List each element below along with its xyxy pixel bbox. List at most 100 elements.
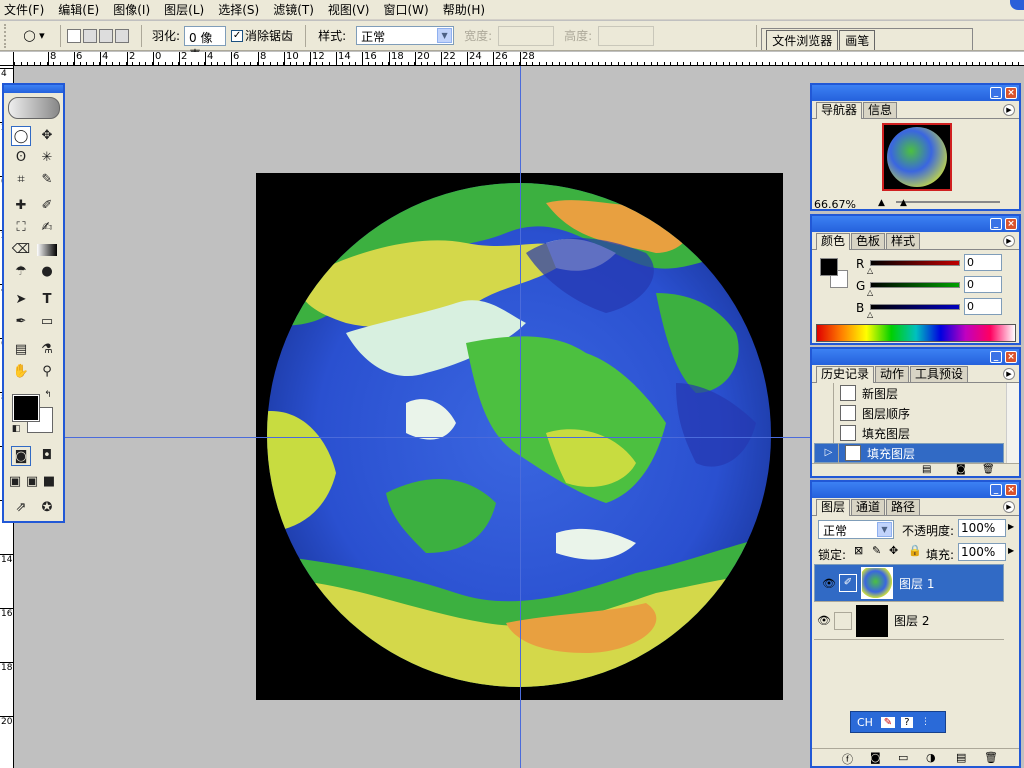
foreground-color-swatch[interactable] [12, 394, 40, 422]
history-item-selected[interactable]: ▷ 填充图层 [814, 443, 1004, 463]
new-document-from-state-icon[interactable]: ▤ [922, 464, 931, 475]
minimize-icon[interactable]: _ [990, 87, 1002, 99]
feather-input[interactable]: 0 像素 [184, 25, 227, 62]
zoom-value[interactable]: 66.67% [814, 198, 870, 211]
jump-to-imageready-icon[interactable]: ⇗ [11, 498, 31, 518]
hand-tool-icon[interactable]: ✋ [11, 362, 31, 382]
horizontal-guide[interactable] [14, 437, 810, 438]
tab-info[interactable]: 信息 [863, 102, 898, 118]
channel-b-slider[interactable] [870, 304, 960, 310]
channel-g-input[interactable]: 0 [964, 276, 1002, 293]
tab-styles[interactable]: 样式 [886, 233, 921, 249]
default-colors-icon[interactable]: ◧ [10, 423, 22, 435]
shape-tool-icon[interactable]: ▭ [37, 312, 57, 332]
history-snapshot-slot[interactable] [814, 423, 834, 443]
fill-input[interactable]: 100% [958, 543, 1006, 561]
menu-view[interactable]: 视图(V) [328, 1, 370, 18]
vertical-guide[interactable] [520, 66, 521, 768]
ime-help-icon[interactable]: ? [900, 716, 913, 728]
menu-help[interactable]: 帮助(H) [443, 1, 485, 18]
ime-toolbar[interactable]: CH ✎ ? ⋮ [850, 711, 946, 733]
slider-thumb-icon[interactable]: △ [867, 288, 873, 297]
eye-icon[interactable]: 👁 [814, 614, 834, 627]
eyedropper-tool-icon[interactable]: ⚗ [37, 340, 57, 360]
brush-link-icon[interactable] [834, 611, 852, 630]
tab-color[interactable]: 颜色 [816, 233, 851, 250]
quick-mask-mode-icon[interactable]: ◘ [37, 446, 57, 466]
history-snapshot-slot[interactable] [814, 403, 834, 423]
magic-wand-tool-icon[interactable]: ✳ [37, 148, 57, 168]
slider-thumb-icon[interactable]: △ [867, 266, 873, 275]
menu-edit[interactable]: 编辑(E) [58, 1, 99, 18]
swap-colors-icon[interactable]: ↰ [42, 389, 54, 401]
adjustment-layer-icon[interactable]: ◑ [926, 751, 936, 764]
opacity-input[interactable]: 100% [958, 519, 1006, 537]
tab-navigator[interactable]: 导航器 [816, 102, 863, 119]
lock-all-icon[interactable]: 🔒 [908, 544, 922, 557]
channel-g-slider[interactable] [870, 282, 960, 288]
new-group-icon[interactable]: ▭ [898, 751, 908, 764]
minimize-icon[interactable]: _ [990, 351, 1002, 363]
height-input[interactable] [598, 25, 655, 46]
new-layer-icon[interactable]: ▤ [956, 751, 966, 764]
screen-mode-full-menu-icon[interactable]: ▣ [24, 472, 40, 492]
brush-link-icon[interactable]: ✐ [839, 574, 857, 592]
navigator-titlebar[interactable]: _ × [812, 85, 1019, 101]
tab-history[interactable]: 历史记录 [816, 366, 875, 383]
zoom-out-icon[interactable]: ▲ [878, 198, 885, 208]
tab-layers[interactable]: 图层 [816, 499, 851, 516]
history-state-marker-icon[interactable]: ▷ [819, 443, 839, 463]
crop-tool-icon[interactable]: ⌗ [11, 170, 31, 190]
close-icon[interactable]: × [1005, 351, 1017, 363]
opacity-arrow-icon[interactable]: ▶ [1008, 522, 1014, 531]
intersect-selection-button[interactable] [115, 28, 129, 43]
color-ramp[interactable] [816, 324, 1016, 342]
pen-tool-icon[interactable]: ✒ [11, 312, 31, 332]
layer-row[interactable]: 👁 图层 2 [814, 602, 1004, 640]
close-icon[interactable]: × [1005, 87, 1017, 99]
history-item[interactable]: 图层顺序 [814, 403, 1004, 423]
antialias-checkbox[interactable]: ✓ [231, 29, 244, 42]
clone-stamp-tool-icon[interactable]: ⛶ [11, 218, 31, 238]
menu-select[interactable]: 选择(S) [218, 1, 259, 18]
layers-titlebar[interactable]: _ × [812, 482, 1019, 498]
type-tool-icon[interactable]: T [37, 290, 57, 310]
menu-layer[interactable]: 图层(L) [164, 1, 204, 18]
palette-menu-icon[interactable]: ▶ [1003, 368, 1015, 380]
ruler-origin[interactable] [0, 52, 14, 66]
layer-name[interactable]: 图层 1 [899, 575, 934, 592]
well-tab-brushes[interactable]: 画笔 [839, 30, 876, 50]
well-tab-file-browser[interactable]: 文件浏览器 [766, 30, 839, 50]
slice-tool-icon[interactable]: ✎ [37, 170, 57, 190]
brush-tool-icon[interactable]: ✐ [37, 196, 57, 216]
color-titlebar[interactable]: _ × [812, 216, 1019, 232]
layer-name[interactable]: 图层 2 [894, 612, 929, 629]
ime-input-icon[interactable]: ✎ [880, 716, 895, 728]
lock-position-icon[interactable]: ✥ [889, 544, 898, 557]
options-grip[interactable] [4, 23, 8, 48]
tab-actions[interactable]: 动作 [875, 366, 910, 382]
screen-mode-full-icon[interactable]: ■ [41, 472, 57, 492]
eye-icon[interactable]: 👁 [819, 577, 839, 590]
lasso-tool-icon[interactable]: ʘ [11, 148, 31, 168]
history-snapshot-slot[interactable] [814, 383, 834, 403]
imageready-icon[interactable]: ✪ [37, 498, 57, 518]
layer-style-icon[interactable]: ⓕ [842, 751, 853, 767]
standard-mode-icon[interactable]: ◙ [11, 446, 31, 466]
history-item[interactable]: 新图层 [814, 383, 1004, 403]
navigator-thumbnail[interactable] [882, 123, 952, 191]
lock-image-icon[interactable]: ✎ [872, 544, 881, 557]
palette-menu-icon[interactable]: ▶ [1003, 501, 1015, 513]
tab-swatches[interactable]: 色板 [851, 233, 886, 249]
tab-tool-presets[interactable]: 工具预设 [910, 366, 969, 382]
marquee-tool-icon[interactable]: ◯ [11, 126, 31, 146]
trash-icon[interactable]: 🗑 [984, 751, 998, 764]
fill-arrow-icon[interactable]: ▶ [1008, 546, 1014, 555]
slider-thumb-icon[interactable]: △ [867, 310, 873, 319]
close-icon[interactable]: × [1005, 484, 1017, 496]
menu-window[interactable]: 窗口(W) [383, 1, 428, 18]
zoom-slider[interactable] [896, 201, 1000, 203]
channel-r-input[interactable]: 0 [964, 254, 1002, 271]
zoom-tool-icon[interactable]: ⚲ [37, 362, 57, 382]
palette-menu-icon[interactable]: ▶ [1003, 104, 1015, 116]
